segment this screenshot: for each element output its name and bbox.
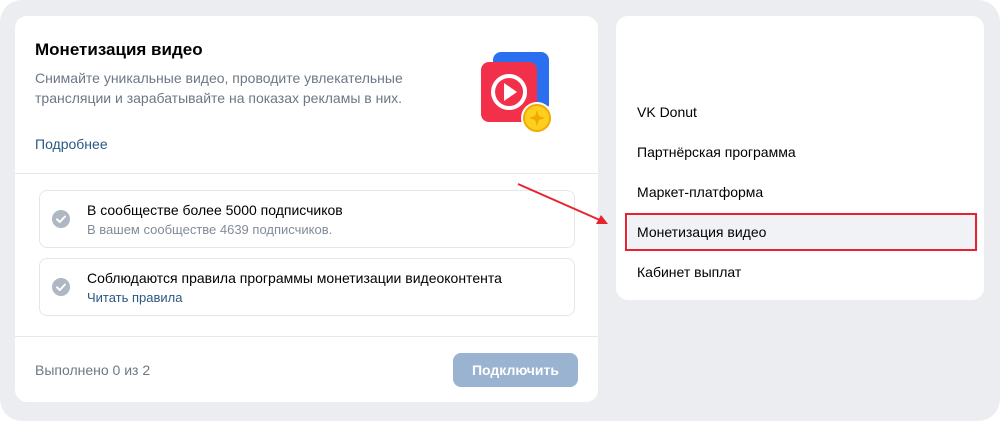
menu-item-video-monetization[interactable]: Монетизация видео [628, 214, 978, 250]
more-link[interactable]: Подробнее [35, 136, 108, 152]
menu-item-partner-program[interactable]: Партнёрская программа [628, 134, 978, 170]
footer-divider [15, 336, 598, 337]
video-play-coin-icon [481, 52, 553, 134]
read-rules-link[interactable]: Читать правила [87, 290, 183, 305]
progress-text: Выполнено 0 из 2 [35, 362, 151, 378]
menu-item-vk-donut[interactable]: VK Donut [628, 94, 978, 130]
card-title: Монетизация видео [35, 40, 203, 59]
requirement-subtitle: В вашем сообществе 4639 подписчиков. [87, 222, 333, 237]
card-description: Снимайте уникальные видео, проводите увл… [35, 70, 403, 106]
connect-button[interactable]: Подключить [453, 353, 578, 387]
menu-item-payout-cabinet[interactable]: Кабинет выплат [628, 254, 978, 290]
requirement-title: В сообществе более 5000 подписчиков [87, 202, 343, 218]
section-divider [15, 173, 598, 174]
menu-item-market-platform[interactable]: Маркет-платформа [628, 174, 978, 210]
requirement-row: Соблюдаются правила программы монетизаци… [39, 258, 575, 316]
annotation-arrow-icon [517, 183, 608, 224]
requirement-title: Соблюдаются правила программы монетизаци… [87, 270, 502, 286]
page-background: Монетизация видео Снимайте уникальные ви… [0, 0, 1000, 421]
side-menu: VK Donut Партнёрская программа Маркет-пл… [616, 16, 984, 300]
check-circle-icon [52, 278, 70, 296]
requirement-row: В сообществе более 5000 подписчиков В ва… [39, 190, 575, 248]
check-circle-icon [52, 210, 70, 228]
